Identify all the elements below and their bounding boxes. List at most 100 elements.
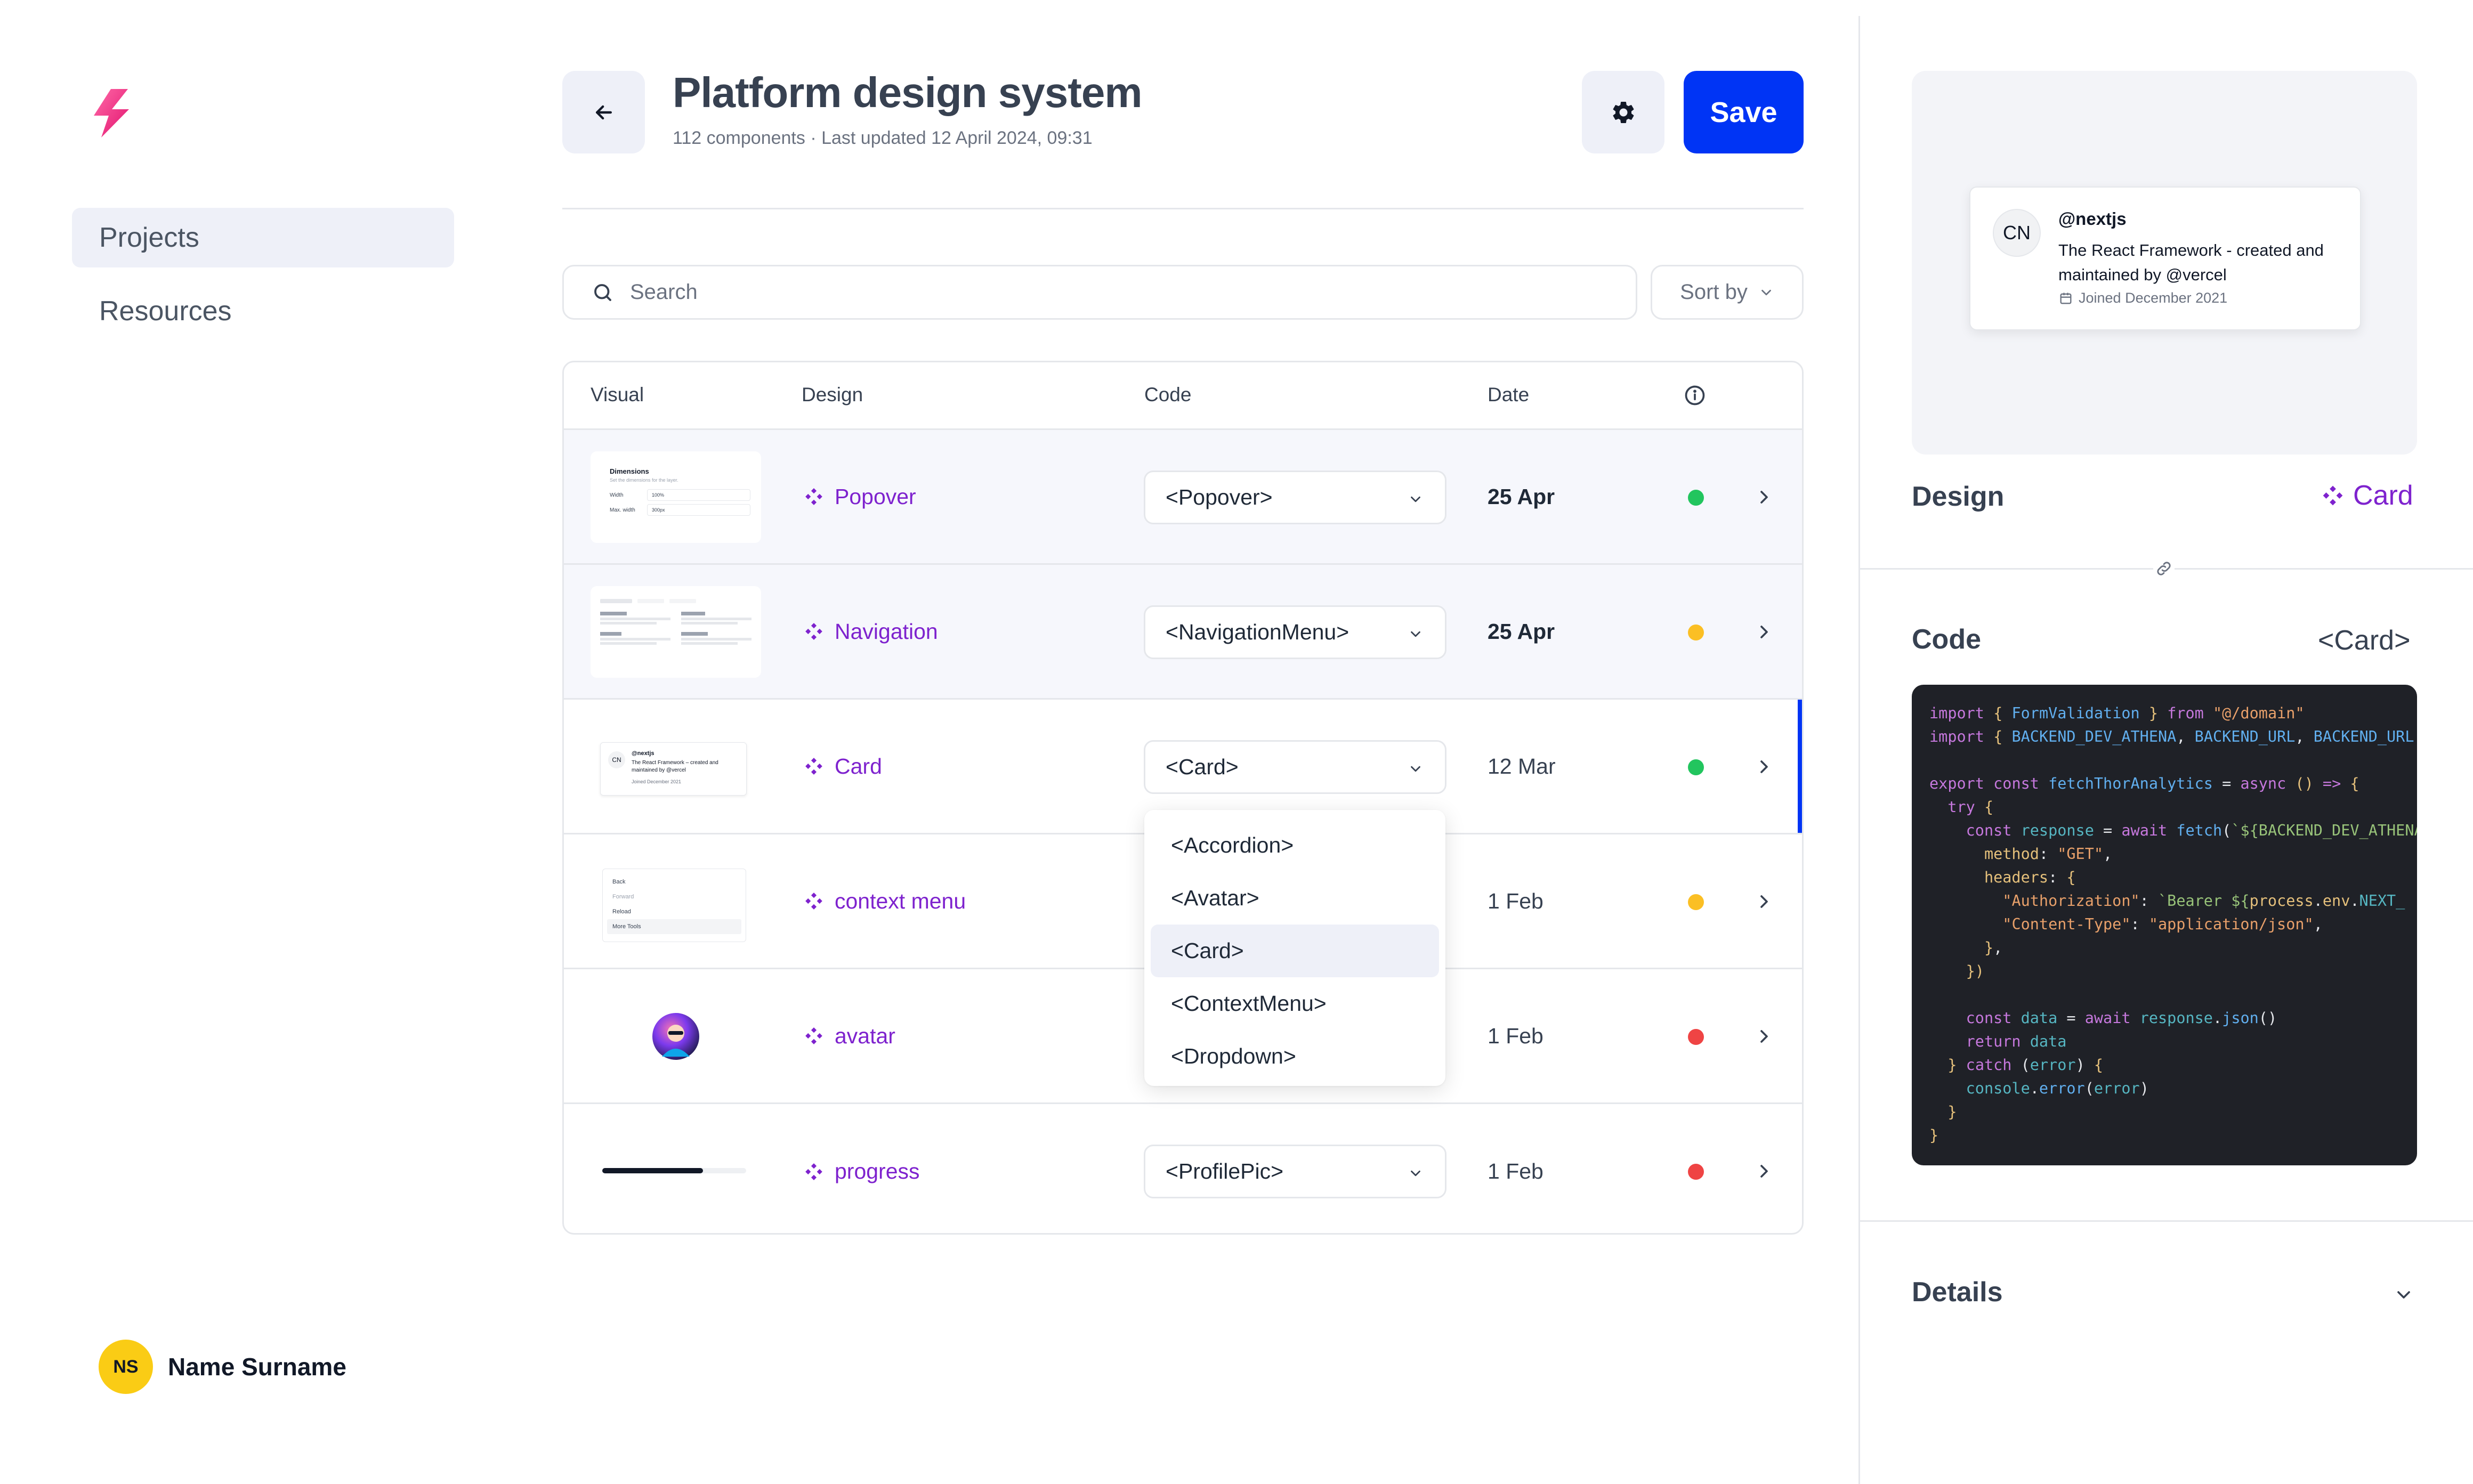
figma-component-icon [805, 1163, 822, 1180]
sidebar-item-projects[interactable]: Projects [72, 208, 454, 267]
date-cell: 1 Feb [1488, 1023, 1543, 1048]
chevron-right-icon[interactable] [1753, 486, 1775, 508]
code-select[interactable]: <Popover> [1144, 471, 1446, 524]
progress-thumbnail [591, 1125, 761, 1217]
column-header-date: Date [1488, 384, 1530, 406]
search-icon [594, 283, 611, 301]
dropdown-option-contextmenu[interactable]: <ContextMenu> [1151, 977, 1439, 1030]
status-dot [1688, 490, 1704, 506]
save-button[interactable]: Save [1684, 71, 1804, 153]
sort-label: Sort by [1680, 280, 1748, 304]
design-link-progress[interactable]: progress [804, 1104, 920, 1233]
code-component-name: <Card> [2318, 625, 2411, 656]
status-dot [1688, 894, 1704, 910]
dropdown-option-avatar[interactable]: <Avatar> [1151, 872, 1439, 925]
preview-description: The React Framework - created and mainta… [2058, 241, 2324, 284]
avatar: CN [1993, 209, 2041, 257]
table-row[interactable]: Navigation <NavigationMenu> 25 Apr [564, 565, 1802, 700]
date-cell: 25 Apr [1488, 484, 1555, 509]
figma-component-icon [2323, 485, 2343, 506]
code-select[interactable]: <Card> [1144, 740, 1446, 794]
selected-row-indicator [1798, 700, 1802, 833]
figma-component-icon [805, 488, 822, 505]
arrow-left-icon [595, 105, 612, 119]
sort-dropdown[interactable]: Sort by [1651, 265, 1804, 320]
preview-handle: @nextjs [2058, 209, 2127, 229]
preview-joined: Joined December 2021 [2058, 290, 2227, 306]
details-section-label: Details [1912, 1277, 2003, 1308]
chevron-right-icon[interactable] [1753, 1026, 1775, 1047]
code-block[interactable]: import { FormValidation } from "@/domain… [1912, 685, 2417, 1165]
status-dot [1688, 625, 1704, 640]
design-link-popover[interactable]: Popover [804, 430, 916, 563]
chevron-down-icon [1411, 631, 1420, 637]
figma-component-icon [805, 893, 822, 910]
table-row[interactable]: progress <ProfilePic> 1 Feb [564, 1104, 1802, 1233]
chevron-right-icon[interactable] [1753, 621, 1775, 643]
back-button[interactable] [562, 71, 645, 153]
chevron-right-icon[interactable] [1753, 1161, 1775, 1182]
sidebar-item-label: Projects [99, 222, 199, 253]
design-link-card[interactable]: Card [804, 700, 882, 833]
figma-component-icon [805, 758, 822, 775]
info-icon[interactable] [1683, 384, 1707, 407]
table-header: Visual Design Code Date [564, 362, 1802, 430]
popover-thumbnail: Dimensions Set the dimensions for the la… [591, 451, 761, 543]
search-input[interactable] [630, 280, 1589, 304]
code-select[interactable]: <ProfilePic> [1144, 1145, 1446, 1198]
code-section-label: Code [1912, 624, 1981, 655]
chevron-down-icon [1411, 1170, 1420, 1177]
chevron-down-icon [1411, 496, 1420, 502]
figma-component-icon [805, 1027, 822, 1044]
design-link-context-menu[interactable]: context menu [804, 834, 966, 968]
avatar: NS [99, 1340, 153, 1394]
code-select[interactable]: <NavigationMenu> [1144, 605, 1446, 659]
status-dot [1688, 1164, 1704, 1180]
figma-component-icon [805, 623, 822, 640]
settings-button[interactable] [1582, 71, 1664, 153]
column-header-code: Code [1144, 384, 1192, 406]
design-name: Popover [835, 484, 916, 509]
column-header-visual: Visual [591, 384, 644, 406]
chevron-right-icon[interactable] [1753, 891, 1775, 912]
page-title: Platform design system [673, 69, 1142, 116]
preview-card: CN @nextjs The React Framework - created… [1969, 186, 2361, 330]
section-divider [1860, 1220, 2473, 1222]
code-select-value: <Card> [1166, 755, 1239, 779]
design-name: Card [835, 753, 882, 779]
app-logo[interactable] [91, 88, 133, 139]
status-dot [1688, 1029, 1704, 1045]
search-box[interactable] [562, 265, 1637, 320]
chevron-right-icon[interactable] [1753, 756, 1775, 777]
status-dot [1688, 759, 1704, 775]
design-link-avatar[interactable]: avatar [804, 969, 895, 1102]
chevron-down-icon[interactable] [2393, 1284, 2414, 1305]
design-component-link[interactable]: Card [2321, 480, 2413, 512]
header-divider [562, 208, 1804, 209]
chevron-down-icon [1411, 766, 1420, 772]
dropdown-option-accordion[interactable]: <Accordion> [1151, 819, 1439, 872]
panel-divider [1858, 16, 1860, 1484]
sidebar-item-resources[interactable]: Resources [72, 281, 454, 341]
design-link-navigation[interactable]: Navigation [804, 565, 938, 698]
calendar-icon [2060, 293, 2072, 304]
dropdown-option-dropdown[interactable]: <Dropdown> [1151, 1030, 1439, 1083]
design-section-label: Design [1912, 481, 2005, 512]
column-header-design: Design [802, 384, 863, 406]
card-thumbnail: CN @nextjs The React Framework – created… [591, 721, 761, 813]
date-cell: 25 Apr [1488, 619, 1555, 644]
user-profile[interactable]: NS Name Surname [99, 1340, 346, 1394]
dropdown-option-card[interactable]: <Card> [1151, 925, 1439, 977]
code-select-value: <Popover> [1166, 485, 1273, 509]
code-dropdown-menu: <Accordion> <Avatar> <Card> <ContextMenu… [1144, 810, 1445, 1086]
design-name: Navigation [835, 619, 938, 644]
navigation-thumbnail [591, 586, 761, 678]
date-cell: 1 Feb [1488, 888, 1543, 913]
design-component-name: Card [2353, 480, 2413, 511]
design-name: progress [835, 1159, 920, 1183]
link-icon[interactable] [2153, 558, 2175, 579]
chevron-down-icon [1761, 289, 1771, 295]
avatar-thumbnail [591, 991, 761, 1082]
components-table: Visual Design Code Date Dimensions Set t… [562, 361, 1804, 1235]
table-row[interactable]: Dimensions Set the dimensions for the la… [564, 430, 1802, 565]
